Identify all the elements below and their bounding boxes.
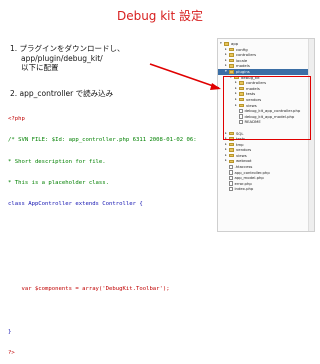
code-line: } bbox=[8, 329, 12, 335]
folder-icon bbox=[224, 42, 229, 46]
step-text: プラグインをダウンロードし、 bbox=[19, 44, 125, 53]
step-text: app_controller で読み込み bbox=[19, 88, 114, 98]
code-line: ​ bbox=[8, 223, 224, 230]
folder-icon bbox=[229, 47, 234, 52]
tree-item-label: index.php bbox=[234, 186, 254, 192]
code-line: * This is a placeholder class. bbox=[8, 180, 110, 187]
code-line: /* SVN FILE: $Id: app_controller.php 631… bbox=[8, 137, 197, 144]
folder-icon bbox=[229, 64, 234, 68]
step-1: 1. プラグインをダウンロードし、 bbox=[10, 44, 215, 54]
folder-icon bbox=[229, 53, 234, 57]
folder-icon bbox=[229, 70, 234, 74]
code-line: ?> bbox=[8, 350, 15, 357]
tree-file-item[interactable]: index.php bbox=[218, 186, 314, 192]
code-line: class AppController extends Controller { bbox=[8, 201, 143, 208]
file-icon bbox=[229, 181, 233, 186]
file-icon bbox=[229, 164, 233, 170]
folder-icon bbox=[229, 58, 234, 63]
step-number: 1. bbox=[10, 44, 18, 53]
folder-icon bbox=[229, 153, 234, 158]
code-line: <?php bbox=[8, 116, 25, 123]
file-icon bbox=[229, 170, 233, 175]
folder-icon bbox=[229, 159, 234, 164]
code-line: ​ bbox=[8, 308, 224, 315]
step-number: 2. bbox=[10, 88, 18, 98]
file-icon bbox=[229, 186, 233, 192]
step-1-line-1: app/plugin/debug_kit/ bbox=[21, 53, 103, 63]
folder-icon bbox=[229, 142, 234, 147]
folder-icon bbox=[229, 148, 234, 152]
code-line: * Short description for file. bbox=[8, 158, 106, 165]
code-line: ​ bbox=[8, 244, 224, 251]
step-1-line-2: 以下に配置 bbox=[21, 63, 59, 72]
file-icon bbox=[229, 175, 233, 181]
code-snippet: <?php /* SVN FILE: $Id: app_controller.p… bbox=[8, 102, 224, 356]
step-2: 2. app_controller で読み込み bbox=[10, 89, 215, 99]
code-line: ​ bbox=[8, 265, 224, 272]
steps-list: 1. プラグインをダウンロードし、 app/plugin/debug_kit/ … bbox=[10, 44, 215, 98]
code-line: var $components = array('DebugKit.Toolba… bbox=[8, 286, 170, 293]
slide-title: Debug kit 設定 bbox=[116, 9, 204, 23]
plugins-highlight-box bbox=[223, 76, 311, 140]
